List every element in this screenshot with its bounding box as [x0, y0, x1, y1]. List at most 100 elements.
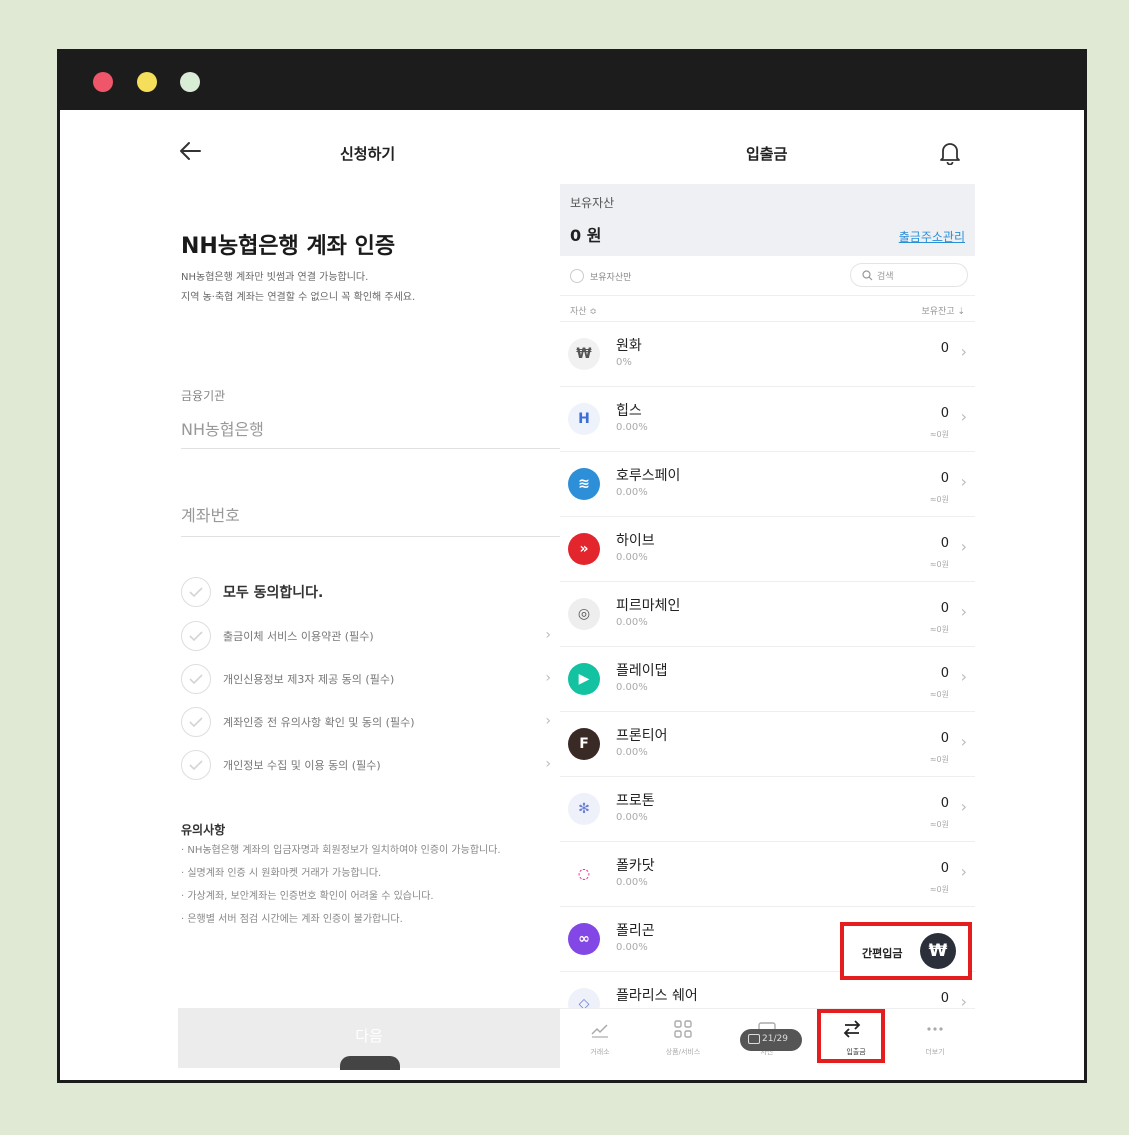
- account-underline: [181, 536, 560, 537]
- chart-icon: [591, 1024, 608, 1038]
- asset-quantity: 0: [940, 536, 949, 551]
- nav-label: 거래소: [590, 1048, 610, 1056]
- coin-icon: ▶: [568, 663, 600, 695]
- auth-desc-line-2: 지역 농·축협 계좌는 연결할 수 없으니 꼭 확인해 주세요.: [181, 292, 416, 303]
- minimize-window-button[interactable]: [137, 72, 157, 92]
- nav-label: 입출금: [846, 1048, 866, 1056]
- back-arrow-icon[interactable]: [178, 138, 204, 164]
- check-circle-icon: [181, 664, 211, 694]
- quick-deposit-label: 간편입금: [862, 947, 903, 960]
- chevron-right-icon: ›: [960, 732, 967, 751]
- chevron-right-icon[interactable]: ›: [545, 670, 551, 686]
- asset-name: 하이브: [616, 533, 655, 549]
- asset-percent: 0.00%: [616, 422, 648, 433]
- asset-name: 원화: [616, 338, 642, 354]
- auth-desc-line-1: NH농협은행 계좌만 빗썸과 연결 가능합니다.: [181, 272, 369, 283]
- agreement-item[interactable]: 계좌인증 전 유의사항 확인 및 동의 (필수) ›: [181, 707, 551, 737]
- holdings-summary: 보유자산 0 원 출금주소관리: [560, 184, 975, 256]
- balance-sort-header[interactable]: 보유잔고 ⇣: [921, 304, 965, 317]
- asset-percent: 0.00%: [616, 487, 648, 498]
- check-circle-icon: [181, 750, 211, 780]
- nav-more[interactable]: 더보기: [900, 1009, 970, 1069]
- withdraw-address-link[interactable]: 출금주소관리: [899, 228, 965, 245]
- agreement-label: 출금이체 서비스 이용약관 (필수): [223, 630, 374, 643]
- chevron-right-icon: ›: [960, 472, 967, 491]
- asset-row[interactable]: ₩ 원화 0% 0 ›: [560, 322, 975, 387]
- asset-name: 힙스: [616, 403, 642, 419]
- asset-krw-value: ≈0원: [929, 690, 949, 699]
- agreement-item[interactable]: 출금이체 서비스 이용약관 (필수) ›: [181, 621, 551, 651]
- coin-icon: H: [568, 403, 600, 435]
- asset-name: 호루스페이: [616, 468, 681, 484]
- asset-quantity: 0: [940, 406, 949, 421]
- asset-percent: 0.00%: [616, 552, 648, 563]
- nav-products[interactable]: 상품/서비스: [648, 1009, 718, 1069]
- asset-column-headers: 자산 ≎ 보유잔고 ⇣: [560, 296, 975, 322]
- institution-label: 금융기관: [181, 389, 226, 403]
- page-counter-text: 21/29: [762, 1034, 788, 1044]
- home-indicator: [340, 1056, 400, 1070]
- asset-krw-value: ≈0원: [929, 885, 949, 894]
- asset-row[interactable]: H 힙스 0.00% 0 ≈0원 ›: [560, 387, 975, 452]
- coin-icon: ✻: [568, 793, 600, 825]
- close-window-button[interactable]: [93, 72, 113, 92]
- holdings-only-toggle[interactable]: [570, 269, 584, 283]
- chevron-right-icon[interactable]: ›: [545, 713, 551, 729]
- maximize-window-button[interactable]: [180, 72, 200, 92]
- bell-icon[interactable]: [939, 141, 961, 169]
- asset-row[interactable]: ◌ 폴카닷 0.00% 0 ≈0원 ›: [560, 842, 975, 907]
- asset-krw-value: ≈0원: [929, 430, 949, 439]
- check-circle-icon: [181, 707, 211, 737]
- chevron-right-icon: ›: [960, 602, 967, 621]
- asset-name: 폴리곤: [616, 923, 655, 939]
- auth-title: NH농협은행 계좌 인증: [181, 234, 396, 259]
- check-circle-icon: [181, 621, 211, 651]
- asset-percent: 0.00%: [616, 617, 648, 628]
- asset-name: 플라리스 쉐어: [616, 988, 698, 1004]
- grid-icon: [674, 1020, 692, 1038]
- agreement-item[interactable]: 개인신용정보 제3자 제공 동의 (필수) ›: [181, 664, 551, 694]
- asset-row[interactable]: F 프론티어 0.00% 0 ≈0원 ›: [560, 712, 975, 777]
- agree-all-checkbox[interactable]: 모두 동의합니다.: [181, 577, 551, 607]
- account-number-input[interactable]: 계좌번호: [181, 502, 240, 526]
- agreement-item[interactable]: 개인정보 수집 및 이용 동의 (필수) ›: [181, 750, 551, 780]
- asset-krw-value: ≈0원: [929, 625, 949, 634]
- asset-row[interactable]: ▶ 플레이댑 0.00% 0 ≈0원 ›: [560, 647, 975, 712]
- notice-item: · 가상계좌, 보안계좌는 인증번호 확인이 어려울 수 있습니다.: [181, 891, 434, 902]
- search-placeholder: 검색: [877, 272, 894, 282]
- asset-quantity: 0: [940, 341, 949, 356]
- asset-row[interactable]: ≋ 호루스페이 0.00% 0 ≈0원 ›: [560, 452, 975, 517]
- chevron-right-icon[interactable]: ›: [545, 756, 551, 772]
- asset-quantity: 0: [940, 731, 949, 746]
- quick-deposit-button[interactable]: 간편입금 ₩: [840, 922, 972, 980]
- coin-icon: ◎: [568, 598, 600, 630]
- search-input[interactable]: 검색: [850, 263, 968, 287]
- asset-row[interactable]: » 하이브 0.00% 0 ≈0원 ›: [560, 517, 975, 582]
- check-circle-icon: [181, 577, 211, 607]
- chevron-right-icon[interactable]: ›: [545, 627, 551, 643]
- nav-exchange[interactable]: 거래소: [565, 1009, 635, 1069]
- asset-krw-value: ≈0원: [929, 495, 949, 504]
- more-dots-icon: [927, 1027, 943, 1031]
- account-verification-panel: 신청하기 NH농협은행 계좌 인증 NH농협은행 계좌만 빗썸과 연결 가능합니…: [178, 110, 560, 1070]
- nav-deposit-withdraw[interactable]: 입출금: [817, 1009, 885, 1063]
- coin-icon: »: [568, 533, 600, 565]
- asset-name: 프론티어: [616, 728, 668, 744]
- coin-icon: F: [568, 728, 600, 760]
- agreement-label: 개인신용정보 제3자 제공 동의 (필수): [223, 673, 395, 686]
- notice-item: · 실명계좌 인증 시 원화마켓 거래가 가능합니다.: [181, 868, 382, 879]
- search-icon: [862, 270, 873, 281]
- asset-row[interactable]: ◎ 피르마체인 0.00% 0 ≈0원 ›: [560, 582, 975, 647]
- deposit-withdraw-panel: 입출금 보유자산 0 원 출금주소관리 보유자산만 검색 자산 ≎ 보유잔고 ⇣…: [560, 110, 975, 1070]
- auth-description: NH농협은행 계좌만 빗썸과 연결 가능합니다. 지역 농·축협 계좌는 연결할…: [181, 268, 415, 308]
- institution-field[interactable]: NH농협은행: [181, 416, 264, 440]
- chevron-right-icon: ›: [960, 407, 967, 426]
- asset-row[interactable]: ✻ 프로톤 0.00% 0 ≈0원 ›: [560, 777, 975, 842]
- asset-percent: 0.00%: [616, 877, 648, 888]
- coin-icon: ◌: [568, 858, 600, 890]
- asset-sort-header[interactable]: 자산 ≎: [570, 304, 597, 317]
- transfer-arrows-icon: [843, 1020, 861, 1038]
- chevron-right-icon: ›: [960, 667, 967, 686]
- notice-item: · NH농협은행 계좌의 입금자명과 회원정보가 일치하여야 인증이 가능합니다…: [181, 845, 501, 856]
- coin-icon: ₩: [568, 338, 600, 370]
